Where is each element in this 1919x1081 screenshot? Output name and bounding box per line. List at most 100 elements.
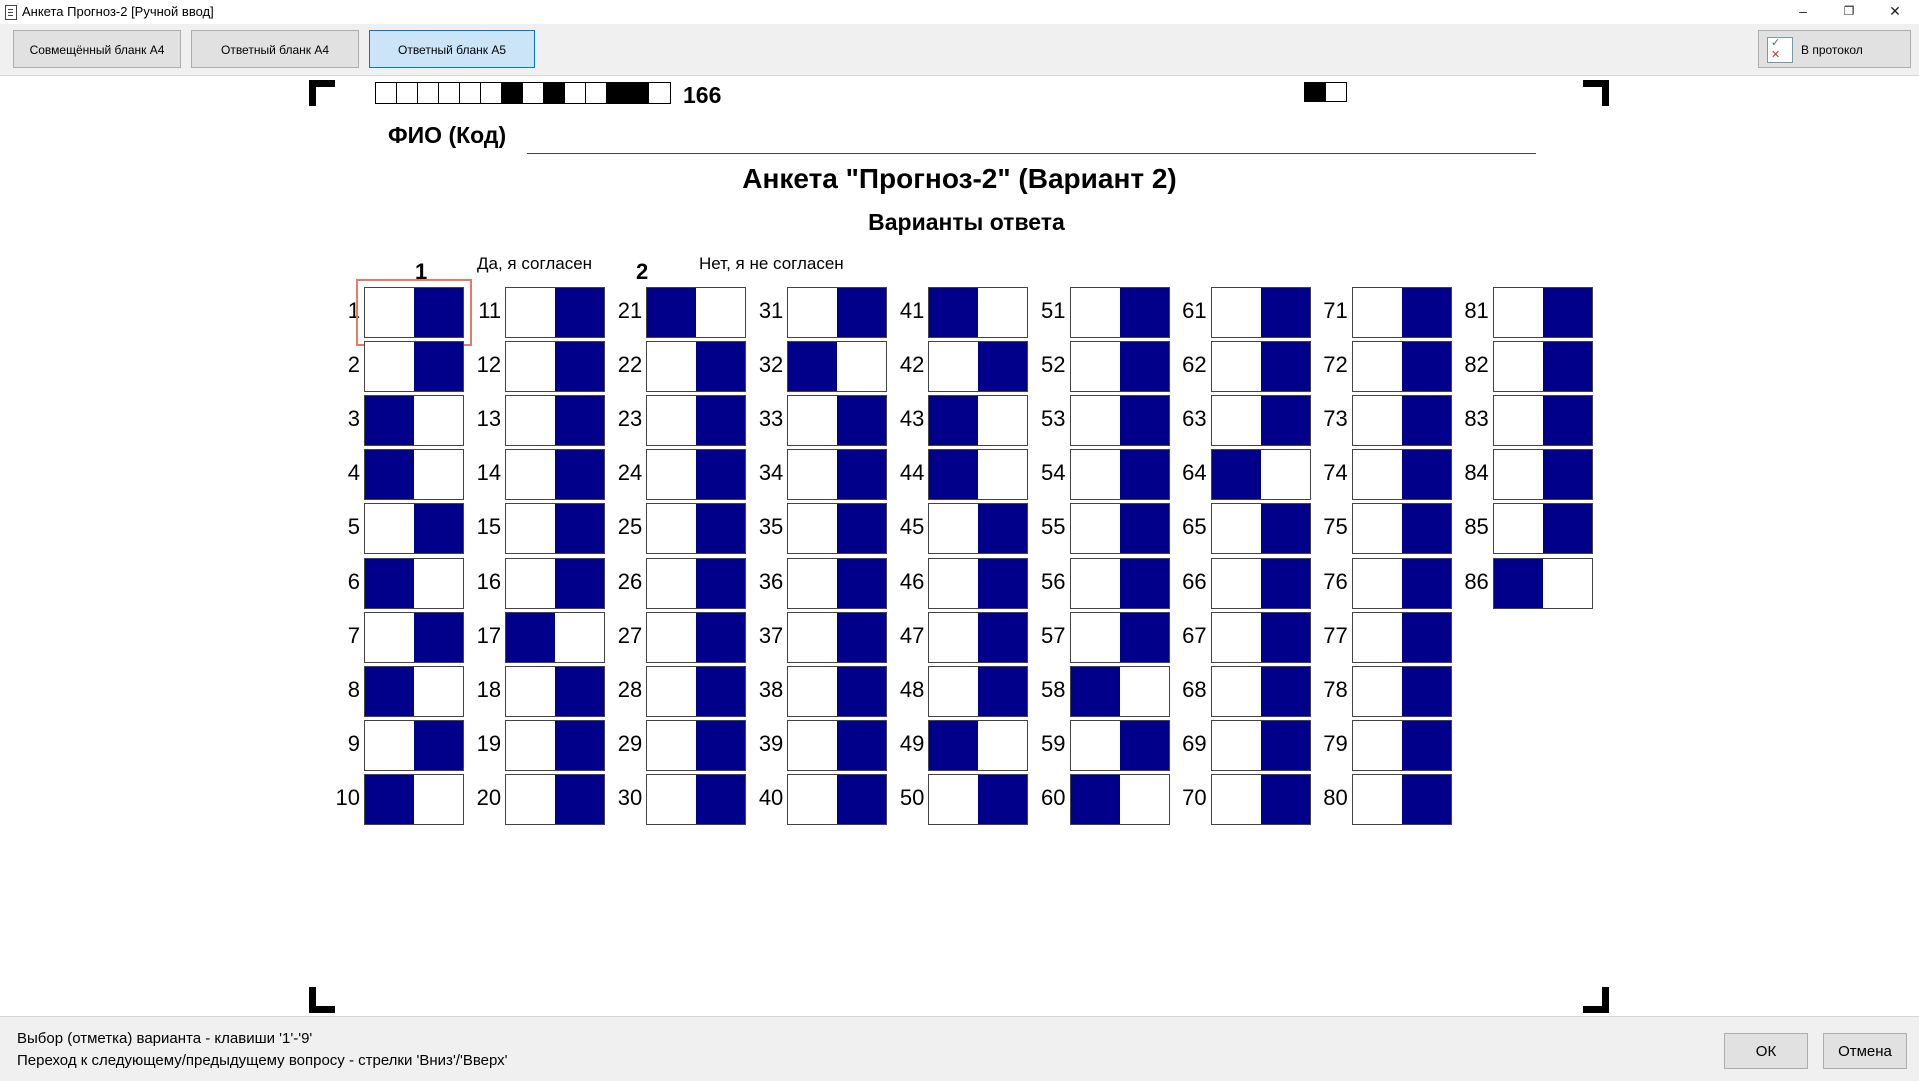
answer-box-q65[interactable] bbox=[1210, 503, 1311, 555]
answer-box-q44[interactable] bbox=[928, 449, 1029, 501]
answer-box-q74[interactable] bbox=[1351, 449, 1452, 501]
answer-box-q46[interactable] bbox=[928, 557, 1029, 609]
answer-cell-q22-option-1[interactable] bbox=[647, 342, 696, 391]
answer-cell-q73-option-2[interactable] bbox=[1401, 396, 1451, 446]
answer-cell-q50-option-1[interactable] bbox=[929, 775, 978, 824]
answer-cell-q80-option-2[interactable] bbox=[1401, 774, 1451, 824]
answer-cell-q19-option-1[interactable] bbox=[506, 721, 555, 770]
answer-cell-q5-option-1[interactable] bbox=[365, 504, 414, 553]
answer-box-q64[interactable] bbox=[1210, 449, 1311, 501]
answer-box-q73[interactable] bbox=[1351, 395, 1452, 447]
answer-box-q1[interactable] bbox=[356, 279, 472, 346]
answer-cell-q13-option-1[interactable] bbox=[506, 396, 555, 445]
answer-box-q26[interactable] bbox=[646, 557, 747, 609]
answer-cell-q81-option-2[interactable] bbox=[1542, 288, 1592, 337]
answer-cell-q48-option-1[interactable] bbox=[929, 667, 978, 716]
tab-answer-a4[interactable]: Ответный бланк А4 bbox=[191, 30, 359, 68]
answer-box-q45[interactable] bbox=[928, 503, 1029, 555]
answer-cell-q4-option-2[interactable] bbox=[414, 450, 463, 499]
answer-box-q86[interactable] bbox=[1492, 557, 1593, 609]
answer-cell-q7-option-2[interactable] bbox=[414, 612, 463, 662]
answer-cell-q42-option-2[interactable] bbox=[978, 342, 1028, 392]
answer-box-q84[interactable] bbox=[1492, 449, 1593, 501]
answer-box-q83[interactable] bbox=[1492, 395, 1593, 447]
answer-cell-q56-option-2[interactable] bbox=[1119, 558, 1169, 608]
answer-cell-q62-option-2[interactable] bbox=[1260, 342, 1310, 392]
answer-box-q40[interactable] bbox=[787, 773, 888, 825]
answer-cell-q20-option-2[interactable] bbox=[555, 774, 605, 824]
answer-cell-q53-option-1[interactable] bbox=[1071, 396, 1120, 445]
answer-cell-q6-option-1[interactable] bbox=[365, 558, 414, 608]
answer-cell-q4-option-1[interactable] bbox=[365, 450, 414, 500]
answer-cell-q33-option-2[interactable] bbox=[837, 396, 887, 446]
answer-box-q38[interactable] bbox=[787, 665, 888, 717]
answer-box-q78[interactable] bbox=[1351, 665, 1452, 717]
answer-cell-q5-option-2[interactable] bbox=[414, 504, 463, 554]
answer-box-q50[interactable] bbox=[928, 773, 1029, 825]
answer-cell-q23-option-1[interactable] bbox=[647, 396, 696, 445]
answer-box-q62[interactable] bbox=[1210, 341, 1311, 393]
answer-cell-q28-option-1[interactable] bbox=[647, 667, 696, 716]
answer-box-q54[interactable] bbox=[1069, 449, 1170, 501]
answer-box-q7[interactable] bbox=[364, 611, 464, 663]
answer-cell-q15-option-2[interactable] bbox=[555, 504, 605, 554]
answer-cell-q40-option-1[interactable] bbox=[788, 775, 837, 824]
answer-cell-q84-option-1[interactable] bbox=[1494, 450, 1543, 499]
answer-cell-q7-option-1[interactable] bbox=[365, 613, 414, 662]
answer-box-q31[interactable] bbox=[787, 287, 888, 338]
answer-cell-q13-option-2[interactable] bbox=[555, 396, 605, 446]
answer-cell-q14-option-1[interactable] bbox=[506, 450, 555, 499]
answer-cell-q10-option-1[interactable] bbox=[365, 774, 414, 824]
answer-cell-q17-option-1[interactable] bbox=[506, 612, 556, 662]
answer-cell-q76-option-2[interactable] bbox=[1401, 558, 1451, 608]
answer-cell-q33-option-1[interactable] bbox=[788, 396, 837, 445]
answer-cell-q50-option-2[interactable] bbox=[978, 774, 1028, 824]
cancel-button[interactable]: Отмена bbox=[1823, 1033, 1907, 1069]
answer-cell-q71-option-1[interactable] bbox=[1353, 288, 1402, 337]
answer-cell-q21-option-1[interactable] bbox=[647, 288, 697, 337]
answer-cell-q49-option-2[interactable] bbox=[978, 721, 1027, 770]
answer-cell-q12-option-2[interactable] bbox=[555, 342, 605, 392]
answer-cell-q16-option-1[interactable] bbox=[506, 559, 555, 608]
answer-box-q81[interactable] bbox=[1492, 287, 1593, 338]
answer-cell-q58-option-2[interactable] bbox=[1120, 667, 1169, 716]
answer-cell-q83-option-2[interactable] bbox=[1542, 396, 1592, 446]
answer-box-q43[interactable] bbox=[928, 395, 1029, 447]
answer-cell-q52-option-2[interactable] bbox=[1119, 342, 1169, 392]
answer-box-q11[interactable] bbox=[505, 287, 606, 338]
answer-cell-q83-option-1[interactable] bbox=[1494, 396, 1543, 445]
answer-cell-q44-option-1[interactable] bbox=[929, 450, 979, 500]
answer-cell-q52-option-1[interactable] bbox=[1071, 342, 1120, 391]
answer-cell-q47-option-1[interactable] bbox=[929, 613, 978, 662]
answer-box-q20[interactable] bbox=[505, 773, 606, 825]
answer-cell-q74-option-2[interactable] bbox=[1401, 450, 1451, 500]
answer-cell-q26-option-2[interactable] bbox=[696, 558, 746, 608]
answer-cell-q65-option-1[interactable] bbox=[1212, 504, 1261, 553]
answer-cell-q41-option-2[interactable] bbox=[978, 288, 1027, 337]
answer-cell-q25-option-2[interactable] bbox=[696, 504, 746, 554]
answer-cell-q73-option-1[interactable] bbox=[1353, 396, 1402, 445]
answer-cell-q43-option-1[interactable] bbox=[929, 396, 979, 446]
answer-cell-q45-option-1[interactable] bbox=[929, 504, 978, 553]
answer-cell-q18-option-2[interactable] bbox=[555, 666, 605, 716]
answer-box-q13[interactable] bbox=[505, 395, 606, 447]
answer-cell-q55-option-1[interactable] bbox=[1071, 504, 1120, 553]
answer-cell-q72-option-2[interactable] bbox=[1401, 342, 1451, 392]
answer-cell-q65-option-2[interactable] bbox=[1260, 504, 1310, 554]
minimize-button[interactable]: – bbox=[1780, 0, 1826, 24]
answer-box-q34[interactable] bbox=[787, 449, 888, 501]
answer-cell-q70-option-1[interactable] bbox=[1212, 775, 1261, 824]
answer-cell-q11-option-1[interactable] bbox=[506, 288, 555, 337]
answer-box-q71[interactable] bbox=[1351, 287, 1452, 338]
answer-cell-q48-option-2[interactable] bbox=[978, 666, 1028, 716]
answer-cell-q82-option-2[interactable] bbox=[1542, 342, 1592, 392]
answer-box-q30[interactable] bbox=[646, 773, 747, 825]
answer-box-q27[interactable] bbox=[646, 611, 747, 663]
answer-cell-q39-option-1[interactable] bbox=[788, 721, 837, 770]
answer-cell-q10-option-2[interactable] bbox=[414, 775, 463, 824]
answer-cell-q78-option-2[interactable] bbox=[1401, 666, 1451, 716]
answer-cell-q75-option-2[interactable] bbox=[1401, 504, 1451, 554]
answer-cell-q11-option-2[interactable] bbox=[555, 288, 605, 337]
answer-box-q28[interactable] bbox=[646, 665, 747, 717]
answer-cell-q56-option-1[interactable] bbox=[1071, 559, 1120, 608]
